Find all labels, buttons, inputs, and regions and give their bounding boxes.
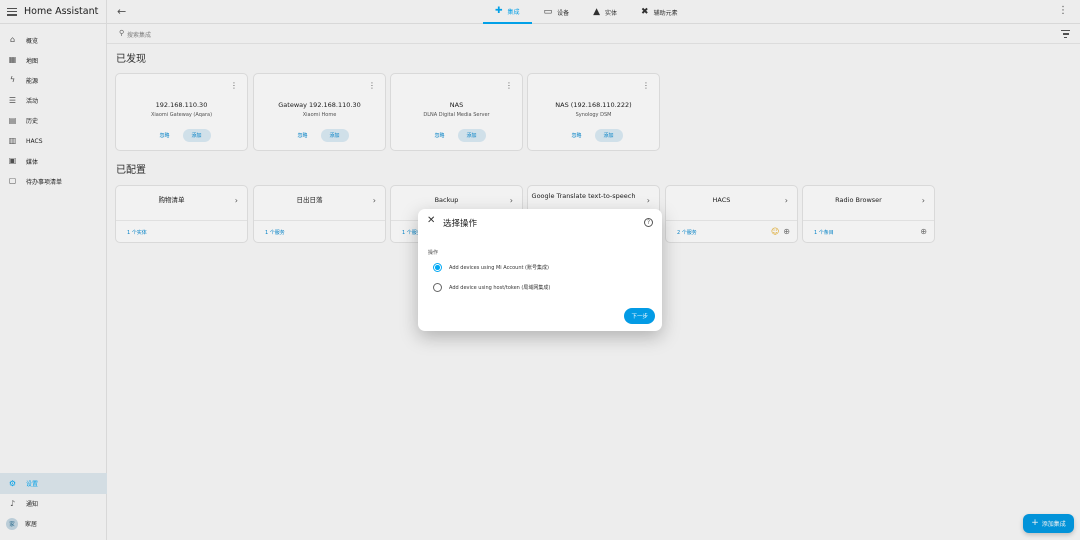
close-icon[interactable]: ✕: [427, 216, 435, 226]
help-icon[interactable]: ?: [644, 218, 653, 227]
radio-option-host-token[interactable]: Add device using host/token (局域网集成): [433, 283, 550, 292]
radio-option-mi-account[interactable]: Add devices using Mi Account (账号集成): [433, 263, 549, 272]
radio-button-selected[interactable]: [433, 263, 442, 272]
dialog-title: 选择操作: [443, 219, 478, 229]
next-button[interactable]: 下一步: [624, 308, 655, 324]
radio-label: Add devices using Mi Account (账号集成): [449, 265, 549, 271]
radio-label: Add device using host/token (局域网集成): [449, 285, 551, 291]
radio-button[interactable]: [433, 283, 442, 292]
select-action-dialog: ✕ 选择操作 ? 操作 Add devices using Mi Account…: [418, 209, 662, 331]
dialog-field-label: 操作: [428, 250, 439, 256]
